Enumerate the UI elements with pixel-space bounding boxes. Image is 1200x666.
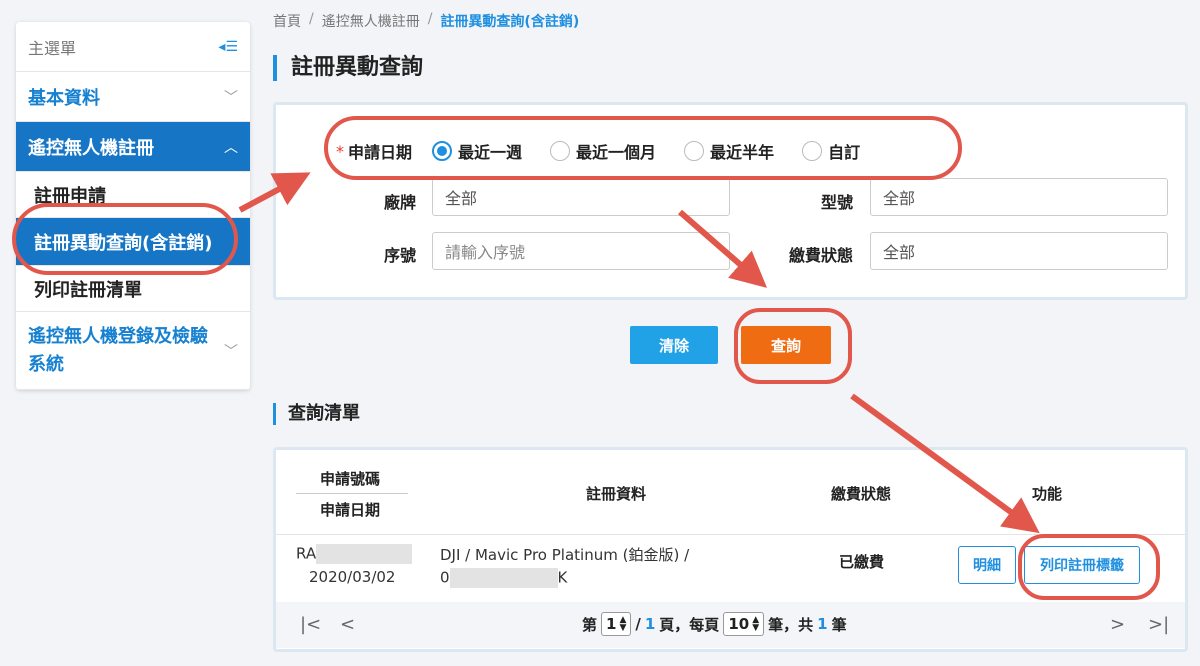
radio-selected-icon: [432, 141, 453, 161]
app-no-text: RA: [296, 544, 317, 563]
sidebar-item-drone-registration[interactable]: 遙控無人機註冊 ︿: [16, 122, 250, 172]
breadcrumb-separator: /: [427, 11, 433, 27]
date-filter-row: * 申請日期 最近一週 最近一個月 最近半年 自訂: [336, 139, 888, 163]
last-page-icon[interactable]: >|: [1148, 614, 1169, 635]
header-actions: 功能: [1032, 485, 1063, 503]
radio-last-month[interactable]: 最近一個月: [550, 139, 656, 163]
pager-text: 第: [582, 615, 598, 634]
breadcrumb: 首頁 / 遙控無人機註冊 / 註冊異動查詢(含註銷): [273, 11, 579, 31]
header-payment: 繳費狀態: [831, 485, 892, 503]
serial-label: 序號: [383, 246, 416, 265]
redacted-block: [316, 544, 413, 564]
sidebar: 主選單 ◂☰ 基本資料 ﹀ 遙控無人機註冊 ︿ 註冊申請 註冊異動查詢(含註銷)…: [16, 22, 250, 390]
radio-custom[interactable]: 自訂: [802, 139, 860, 163]
cell-app-no: RA: [296, 544, 413, 564]
breadcrumb-home[interactable]: 首頁: [273, 11, 301, 31]
brand-select[interactable]: 全部: [432, 178, 730, 216]
payment-select[interactable]: 全部: [870, 232, 1168, 270]
sidebar-item-label: 遙控無人機註冊: [28, 137, 154, 159]
menu-collapse-icon[interactable]: ◂☰: [218, 39, 238, 55]
redacted-block: [449, 568, 558, 588]
radio-icon: [550, 141, 571, 161]
per-page-stepper[interactable]: 10 ▲ ▼: [723, 612, 765, 636]
detail-button[interactable]: 明細: [958, 546, 1016, 584]
sidebar-item-label: 遙控無人機登錄及檢驗系統: [28, 325, 208, 375]
header-reg-info: 註冊資料: [586, 485, 647, 503]
spinner-icon: ▲ ▼: [752, 615, 760, 633]
pagination: |< < 第 1 ▲ ▼ / 1 頁，每頁 10 ▲ ▼ 筆，共 1 筆 > >|: [276, 602, 1185, 648]
sidebar-item-basic-info[interactable]: 基本資料 ﹀: [16, 72, 250, 122]
radio-label: 自訂: [828, 143, 861, 162]
page-title: 註冊異動查詢: [273, 55, 423, 81]
model-select[interactable]: 全部: [870, 178, 1168, 216]
serial-text: 0: [440, 568, 450, 587]
serial-text: K: [557, 568, 568, 587]
sidebar-title: 主選單: [28, 38, 77, 58]
sidebar-subitem-change-query[interactable]: 註冊異動查詢(含註銷): [16, 218, 250, 266]
row-divider: [276, 534, 1185, 535]
pager-text: 筆，共: [768, 615, 814, 634]
pager-text: 筆: [831, 615, 847, 634]
sidebar-header: 主選單 ◂☰: [16, 22, 250, 72]
payment-label: 繳費狀態: [788, 246, 853, 265]
breadcrumb-separator: /: [309, 11, 314, 27]
date-label: 申請日期: [348, 143, 413, 162]
brand-label: 廠牌: [383, 193, 416, 212]
pagination-info: 第 1 ▲ ▼ / 1 頁，每頁 10 ▲ ▼ 筆，共 1 筆: [582, 612, 847, 636]
radio-label: 最近半年: [710, 143, 775, 162]
total-count: 1: [817, 615, 828, 633]
clear-button[interactable]: 清除: [630, 326, 718, 364]
radio-icon: [684, 141, 705, 161]
radio-icon: [802, 141, 823, 161]
radio-last-week[interactable]: 最近一週: [432, 139, 522, 163]
page-stepper[interactable]: 1 ▲ ▼: [601, 612, 632, 636]
next-page-icon[interactable]: >: [1110, 614, 1125, 635]
current-page: 1: [606, 615, 617, 633]
radio-last-half-year[interactable]: 最近半年: [684, 139, 774, 163]
chevron-up-icon: ︿: [224, 139, 238, 156]
cell-app-date: 2020/03/02: [309, 568, 396, 586]
result-table: 申請號碼 申請日期 註冊資料 繳費狀態 功能 RA 2020/03/02 DJI…: [273, 447, 1188, 652]
required-marker: *: [336, 141, 344, 161]
pager-text: 頁，每頁: [659, 615, 720, 634]
search-form: * 申請日期 最近一週 最近一個月 最近半年 自訂 廠牌 全部 型號 全部 序號…: [273, 102, 1188, 300]
query-button[interactable]: 查詢: [741, 326, 831, 364]
cell-reg-serial: 0K: [440, 568, 567, 588]
per-page-value: 10: [728, 615, 750, 633]
cell-reg-info: DJI / Mavic Pro Platinum (鉑金版) /: [440, 546, 690, 564]
pager-text: /: [635, 615, 641, 633]
chevron-down-icon: ﹀: [224, 343, 238, 360]
spinner-icon: ▲ ▼: [619, 615, 627, 633]
radio-label: 最近一週: [458, 143, 523, 162]
prev-page-icon[interactable]: <: [340, 614, 355, 635]
sidebar-subitem-apply[interactable]: 註冊申請: [16, 172, 250, 218]
print-label-button[interactable]: 列印註冊標籤: [1024, 546, 1140, 584]
sidebar-item-inspection-system[interactable]: 遙控無人機登錄及檢驗系統 ﹀: [16, 312, 250, 390]
header-app-no: 申請號碼: [320, 470, 381, 488]
breadcrumb-current: 註冊異動查詢(含註銷): [440, 14, 580, 30]
chevron-down-icon: ﹀: [224, 89, 238, 106]
breadcrumb-registration[interactable]: 遙控無人機註冊: [322, 11, 420, 31]
result-list-title: 查詢清單: [273, 403, 360, 425]
header-divider: [296, 493, 408, 494]
sidebar-item-label: 基本資料: [28, 87, 100, 109]
model-label: 型號: [820, 193, 853, 212]
radio-label: 最近一個月: [576, 143, 657, 162]
total-pages: 1: [644, 615, 656, 633]
header-app-date: 申請日期: [320, 501, 381, 519]
first-page-icon[interactable]: |<: [300, 614, 321, 635]
sidebar-subitem-print-list[interactable]: 列印註冊清單: [16, 266, 250, 312]
cell-payment-status: 已繳費: [839, 553, 885, 571]
serial-input[interactable]: 請輸入序號: [432, 232, 730, 270]
